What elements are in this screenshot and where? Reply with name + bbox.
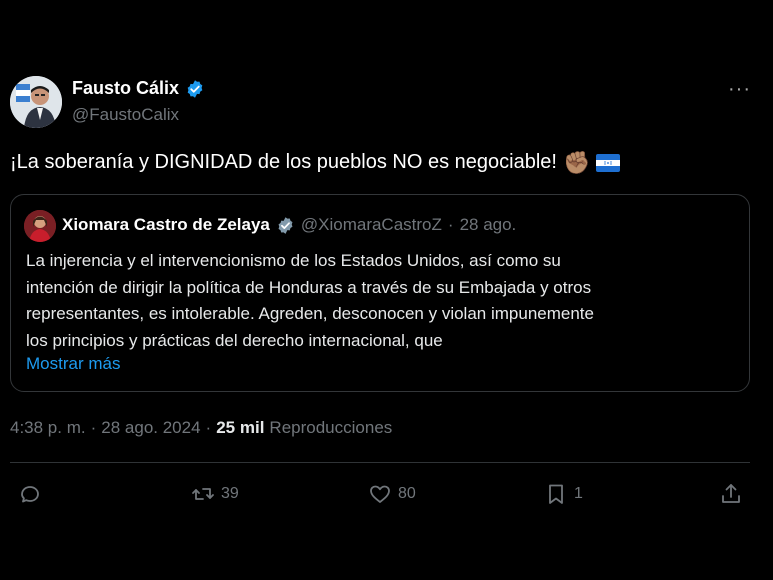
- quoted-date[interactable]: 28 ago.: [460, 215, 517, 235]
- quoted-text: La injerencia y el intervencionismo de l…: [26, 248, 726, 354]
- quoted-author-avatar-image: [24, 210, 56, 242]
- author-name[interactable]: Fausto Cálix: [72, 78, 179, 99]
- like-count: 80: [398, 485, 416, 502]
- quoted-text-line: La injerencia y el intervencionismo de l…: [26, 251, 561, 270]
- tweet-text: ¡La soberanía y DIGNIDAD de los pueblos …: [10, 149, 621, 175]
- heart-icon: [370, 485, 390, 503]
- retweet-icon: [192, 488, 214, 500]
- quoted-author-handle[interactable]: @XiomaraCastroZ: [301, 215, 442, 235]
- quoted-separator: ·: [447, 215, 454, 234]
- author-name-row[interactable]: Fausto Cálix: [72, 78, 205, 99]
- quoted-verified-icon: [278, 216, 293, 234]
- views-count: 25 mil: [216, 418, 265, 437]
- retweet-button[interactable]: 39: [191, 482, 239, 506]
- tweet-time[interactable]: 4:38 p. m.: [10, 418, 86, 438]
- like-button[interactable]: 80: [368, 482, 416, 506]
- author-handle[interactable]: @FaustoCalix: [72, 105, 179, 125]
- tweet-body: ¡La soberanía y DIGNIDAD de los pueblos …: [10, 151, 557, 173]
- tweet-meta: 4:38 p. m. · 28 ago. 2024 · 25 mil Repro…: [10, 418, 392, 438]
- share-icon: [722, 484, 740, 503]
- tweet-date[interactable]: 28 ago. 2024: [101, 418, 200, 438]
- quoted-author-avatar[interactable]: [24, 210, 56, 242]
- meta-separator: ·: [205, 418, 212, 437]
- quoted-text-line: representantes, es intolerable. Agreden,…: [26, 304, 594, 323]
- reply-button[interactable]: [18, 482, 48, 506]
- raised-fist-emoji: ✊🏽: [562, 149, 591, 175]
- retweet-count: 39: [221, 485, 239, 502]
- divider: [10, 462, 750, 463]
- verified-badge-icon: [187, 79, 203, 98]
- reply-icon: [21, 486, 39, 503]
- quoted-author-name[interactable]: Xiomara Castro de Zelaya: [62, 215, 270, 235]
- quoted-header: Xiomara Castro de Zelaya @XiomaraCastroZ…: [62, 215, 516, 235]
- show-more-link[interactable]: Mostrar más: [26, 354, 120, 374]
- share-button[interactable]: [719, 482, 743, 506]
- quoted-text-line: los principios y prácticas del derecho i…: [26, 330, 443, 350]
- bookmark-button[interactable]: 1: [544, 482, 583, 506]
- bookmark-icon: [549, 484, 563, 504]
- author-avatar-image: [10, 76, 62, 128]
- honduras-flag-icon: [596, 153, 621, 172]
- meta-separator: ·: [90, 418, 97, 437]
- views-label: Reproducciones: [269, 418, 393, 437]
- more-options-icon[interactable]: ···: [728, 78, 751, 101]
- quoted-text-line: intención de dirigir la política de Hond…: [26, 277, 592, 297]
- author-avatar[interactable]: [10, 76, 62, 128]
- bookmark-count: 1: [574, 485, 583, 502]
